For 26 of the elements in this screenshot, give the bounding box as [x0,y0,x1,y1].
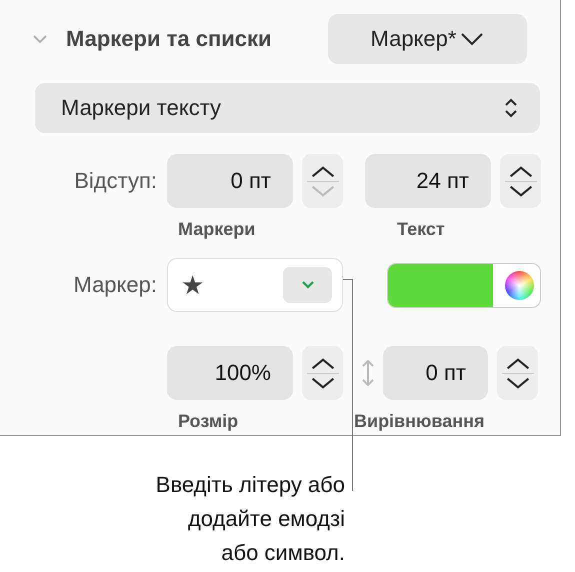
section-title: Маркери та списки [66,26,273,52]
bullet-type-popup[interactable]: Маркери тексту [35,83,540,133]
alignment-field[interactable]: 0 пт [383,346,488,400]
marker-field[interactable]: ★ [167,258,343,312]
marker-label: Маркер: [72,272,157,298]
indent-field[interactable]: 0 пт [167,154,293,208]
stepper[interactable] [302,346,343,400]
field-caption: Розмір [178,411,238,432]
field-caption: Маркери [178,219,256,240]
field-caption: Текст [397,219,445,240]
size-field[interactable]: 100% [167,346,293,400]
chevron-down-icon [302,281,314,289]
vertical-arrows-icon [361,358,375,388]
stepper[interactable] [500,154,541,208]
style-popup[interactable]: Маркер* [328,14,527,64]
chevron-down-icon [460,32,484,46]
marker-menu-button[interactable] [283,267,332,303]
color-well[interactable] [388,264,540,306]
up-down-chevron-icon [504,97,518,119]
field-caption: Вирівнювання [354,411,484,432]
indent-field[interactable]: 24 пт [365,154,491,208]
callout-text: Введіть літеру або додайте емодзі або символ. [156,471,345,567]
stepper[interactable] [497,346,538,400]
stepper[interactable] [302,154,343,208]
color-wheel-icon[interactable] [505,270,534,300]
indent-label: Відступ: [73,168,157,194]
